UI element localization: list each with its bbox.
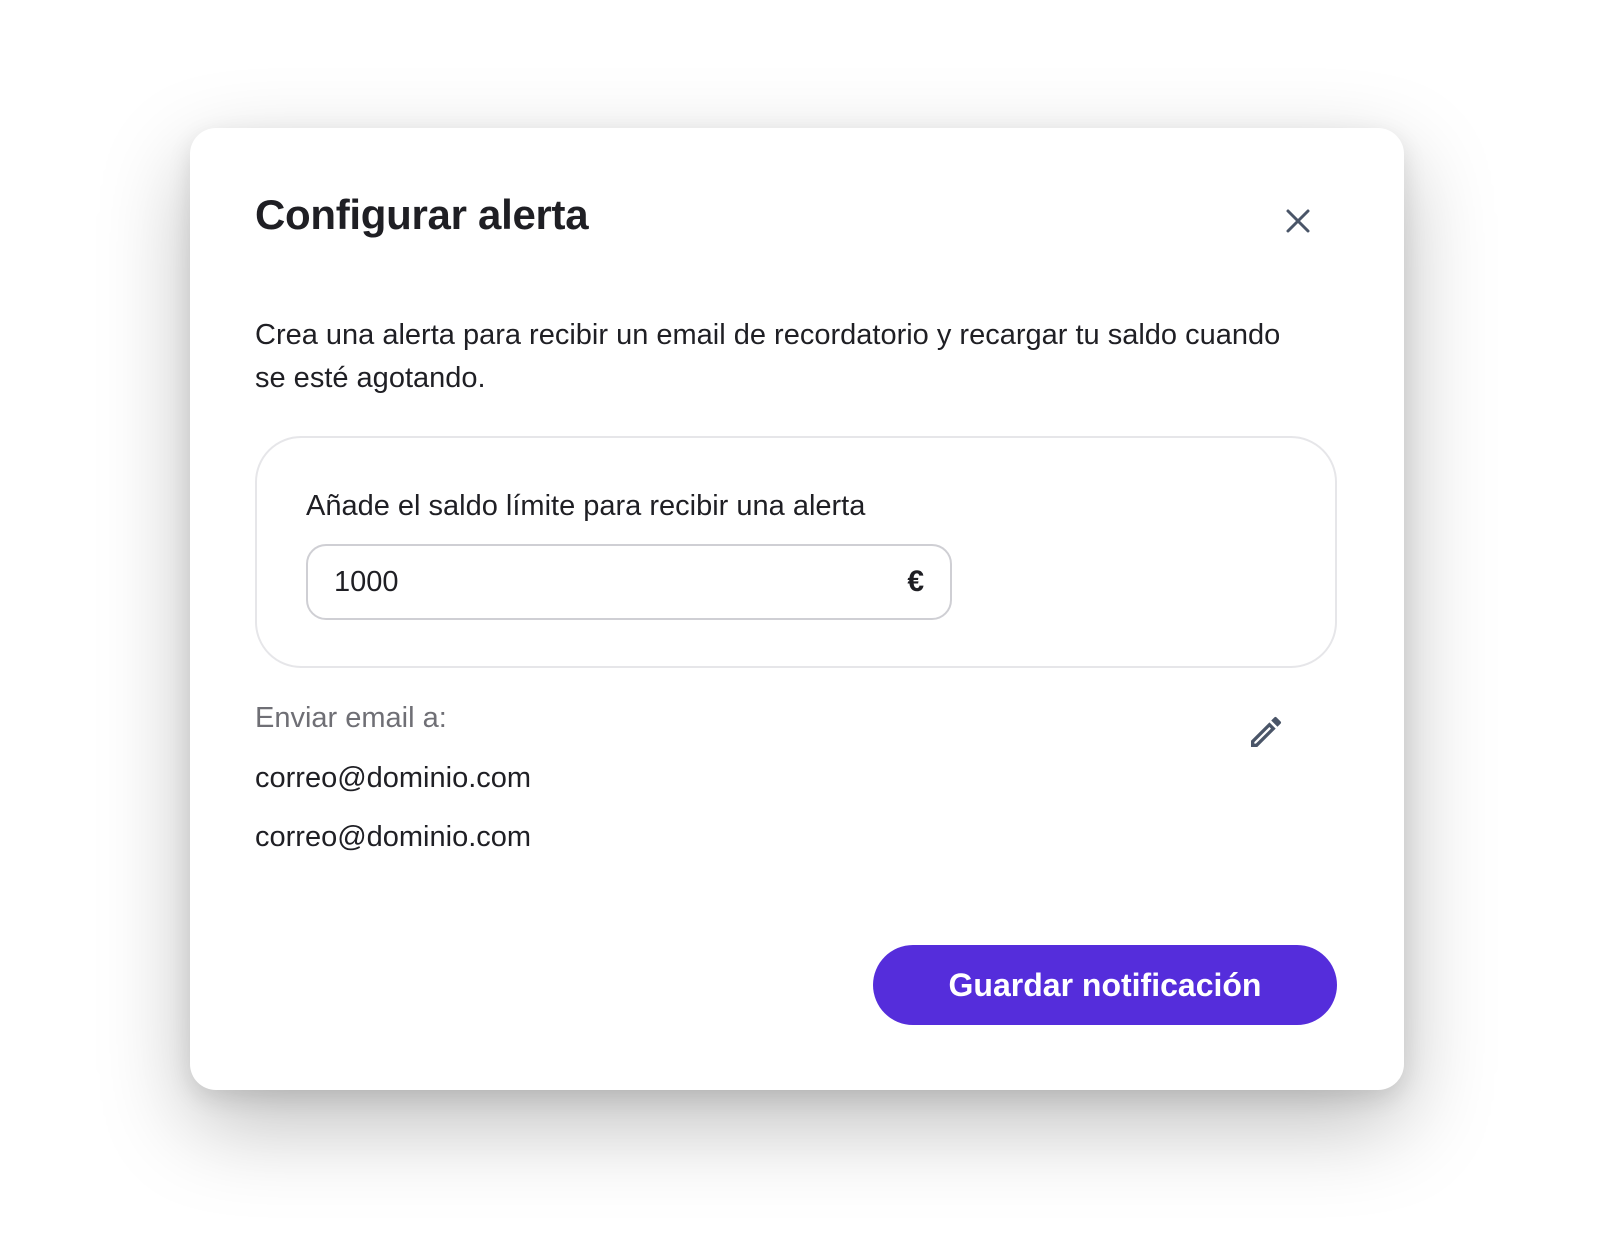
close-icon	[1286, 209, 1310, 233]
send-email-label: Enviar email a:	[255, 702, 447, 734]
limit-label: Añade el saldo límite para recibir una a…	[306, 490, 866, 522]
save-notification-button[interactable]: Guardar notificación	[873, 945, 1337, 1025]
edit-recipients-button[interactable]	[1244, 710, 1288, 754]
amount-field[interactable]: €	[306, 544, 952, 620]
recipient-email: correo@dominio.com	[255, 821, 532, 853]
modal-description: Crea una alerta para recibir un email de…	[255, 319, 1281, 394]
limit-card: Añade el saldo límite para recibir una a…	[255, 436, 1337, 668]
modal-title: Configurar alerta	[255, 191, 589, 238]
close-button[interactable]	[1280, 203, 1316, 239]
amount-input[interactable]	[334, 565, 908, 599]
currency-symbol: €	[907, 565, 924, 598]
recipient-email: correo@dominio.com	[255, 762, 532, 794]
alert-config-modal: Configurar alerta Crea una alerta para r…	[190, 128, 1404, 1090]
pencil-icon	[1251, 716, 1282, 747]
